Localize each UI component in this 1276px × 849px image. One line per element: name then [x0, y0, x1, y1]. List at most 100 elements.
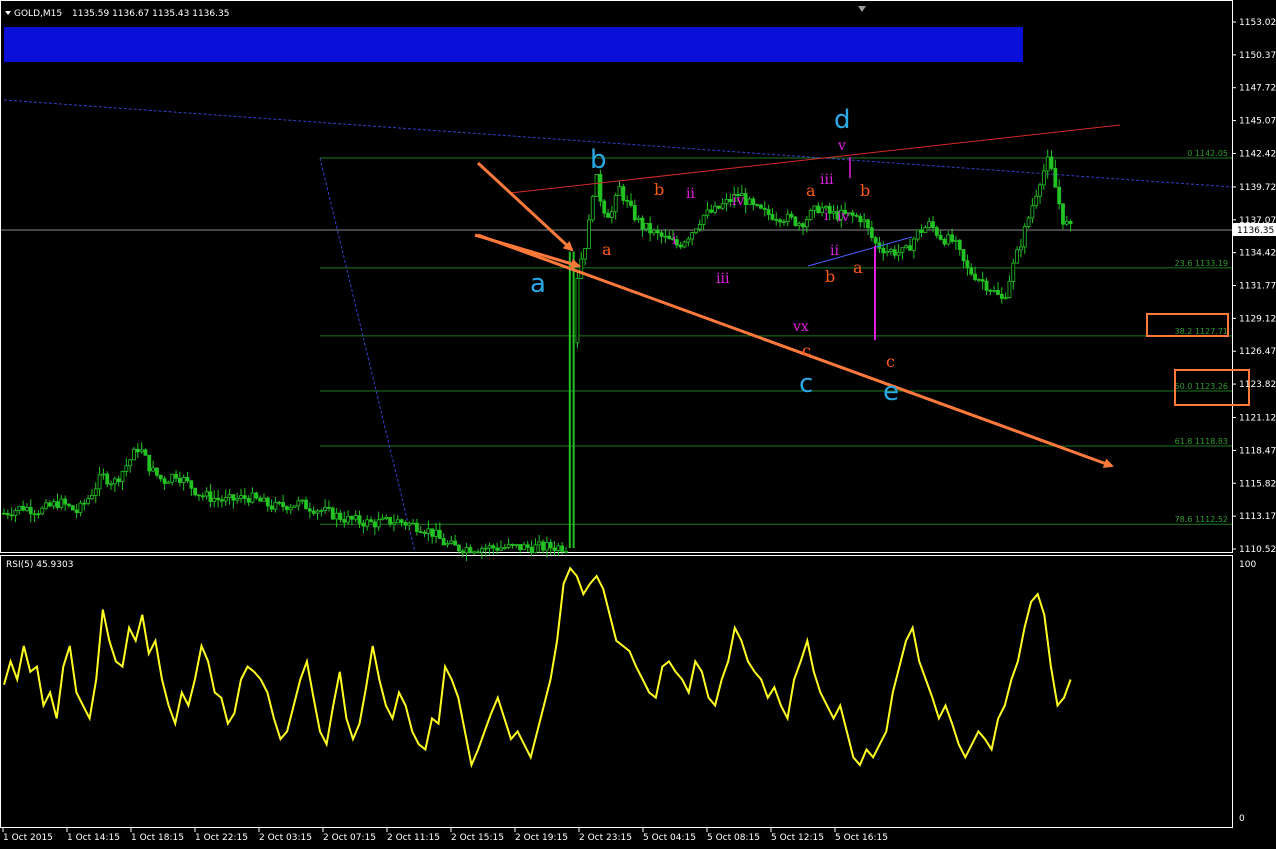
- candle-body: [78, 502, 83, 513]
- time-tick-label: 1 Oct 2015: [3, 833, 53, 843]
- candle-body: [797, 223, 802, 226]
- price-tick-label: 1145.07: [1239, 117, 1276, 127]
- candle-body: [254, 492, 259, 499]
- candle-body: [659, 232, 664, 237]
- symbol-dropdown-icon[interactable]: [5, 11, 11, 15]
- candle-body: [950, 234, 955, 242]
- time-tick-label: 2 Oct 03:15: [259, 833, 312, 843]
- candle-body: [468, 547, 473, 553]
- wave-label-magenta-iv1: iv: [732, 193, 744, 209]
- candle-body: [449, 540, 454, 544]
- wave-label-orange-a1: a: [602, 240, 612, 259]
- candle-body: [629, 200, 633, 206]
- candle-body: [560, 545, 565, 552]
- candle-body: [437, 529, 442, 539]
- time-tick-label: 5 Oct 16:15: [835, 833, 888, 843]
- candle-body: [694, 228, 698, 233]
- candle-body: [1011, 262, 1016, 282]
- candle-body: [262, 497, 266, 502]
- wave-label-blue-e: e: [883, 377, 899, 407]
- candle-body: [927, 221, 932, 228]
- candle-body: [911, 238, 916, 251]
- candle-body: [212, 497, 217, 502]
- candle-body: [957, 239, 962, 250]
- candle-body: [850, 212, 855, 216]
- fibonacci-retracement[interactable]: 0 1142.05 23.6 1133.19 38.2 1127.71 50.0 11…: [320, 149, 1232, 525]
- candle-body: [866, 219, 870, 229]
- orange-short-arrow[interactable]: [474, 233, 581, 269]
- candle-body: [984, 280, 989, 291]
- candle-body: [21, 505, 26, 511]
- price-tick-label: 1153.02: [1239, 18, 1276, 28]
- dotted-vertical-trendline[interactable]: [319, 157, 416, 553]
- candle-body: [778, 219, 782, 223]
- candle-body: [858, 215, 863, 223]
- candle-body: [143, 449, 148, 456]
- candle-body: [414, 522, 419, 532]
- candle-body: [1019, 246, 1023, 251]
- blue-zone-rectangle[interactable]: [4, 27, 1023, 62]
- chart-canvas[interactable]: GOLD,M15 1135.59 1136.67 1135.43 1136.35…: [0, 0, 1276, 849]
- candle-body: [353, 515, 358, 520]
- price-tick-label: 1110.52: [1239, 545, 1276, 555]
- price-axis[interactable]: 1153.02 1150.37 1147.72 1145.07 1142.42 1139.…: [1232, 18, 1276, 555]
- candle-body: [682, 241, 687, 248]
- candle-body: [124, 465, 129, 472]
- time-tick-label: 1 Oct 18:15: [131, 833, 184, 843]
- candle-body: [862, 219, 867, 223]
- candle-body: [151, 467, 155, 472]
- price-tick-label: 1150.37: [1239, 51, 1276, 61]
- candle-body: [583, 247, 587, 260]
- candle-body: [575, 278, 580, 344]
- candle-body: [269, 505, 274, 510]
- candle-body: [655, 229, 660, 234]
- orange-down-arrow[interactable]: [476, 161, 574, 252]
- candle-body: [90, 495, 94, 500]
- candle-body: [17, 505, 22, 511]
- candle-body: [590, 196, 595, 221]
- candle-body: [701, 214, 706, 225]
- shift-marker-icon[interactable]: [858, 6, 866, 12]
- candle-body: [781, 221, 786, 224]
- candle-body: [319, 510, 324, 512]
- price-tick-label: 1115.82: [1239, 479, 1276, 489]
- candle-body: [751, 198, 756, 205]
- candle-body: [640, 217, 645, 230]
- wave-label-orange-a3: a: [853, 258, 863, 277]
- candle-body: [349, 515, 354, 520]
- candle-body: [483, 547, 488, 550]
- candle-body: [36, 513, 41, 516]
- price-tick-label: 1129.12: [1239, 314, 1276, 324]
- candle-body: [938, 234, 943, 240]
- candle-body: [541, 541, 545, 551]
- time-tick-label: 2 Oct 19:15: [515, 833, 568, 843]
- candle-body: [609, 211, 614, 218]
- candle-body: [407, 522, 412, 526]
- candle-body: [636, 217, 641, 221]
- candle-body: [594, 174, 599, 197]
- candle-body: [724, 198, 729, 205]
- candle-body: [235, 497, 240, 501]
- candle-body: [242, 495, 247, 499]
- candle-body: [86, 498, 91, 504]
- candle-body: [193, 487, 198, 496]
- candle-body: [709, 209, 714, 213]
- candle-body: [32, 513, 37, 516]
- candle-body: [453, 540, 458, 546]
- candle-body: [973, 273, 977, 280]
- price-tick-label: 1118.47: [1239, 446, 1276, 456]
- candle-body: [101, 473, 106, 476]
- candle-body: [265, 497, 270, 507]
- candle-body: [533, 544, 538, 553]
- candle-body: [529, 546, 534, 553]
- candle-body: [342, 519, 347, 523]
- time-tick-label: 1 Oct 22:15: [195, 833, 248, 843]
- time-tick-label: 2 Oct 11:15: [387, 833, 440, 843]
- candle-body: [1026, 217, 1031, 227]
- time-axis[interactable]: 1 Oct 2015 1 Oct 14:15 1 Oct 18:15 1 Oct 22…: [2, 828, 888, 843]
- candle-body: [854, 214, 859, 217]
- candle-body: [47, 502, 52, 507]
- time-tick-label: 5 Oct 08:15: [707, 833, 760, 843]
- candle-body: [116, 478, 121, 483]
- candle-body: [789, 213, 794, 218]
